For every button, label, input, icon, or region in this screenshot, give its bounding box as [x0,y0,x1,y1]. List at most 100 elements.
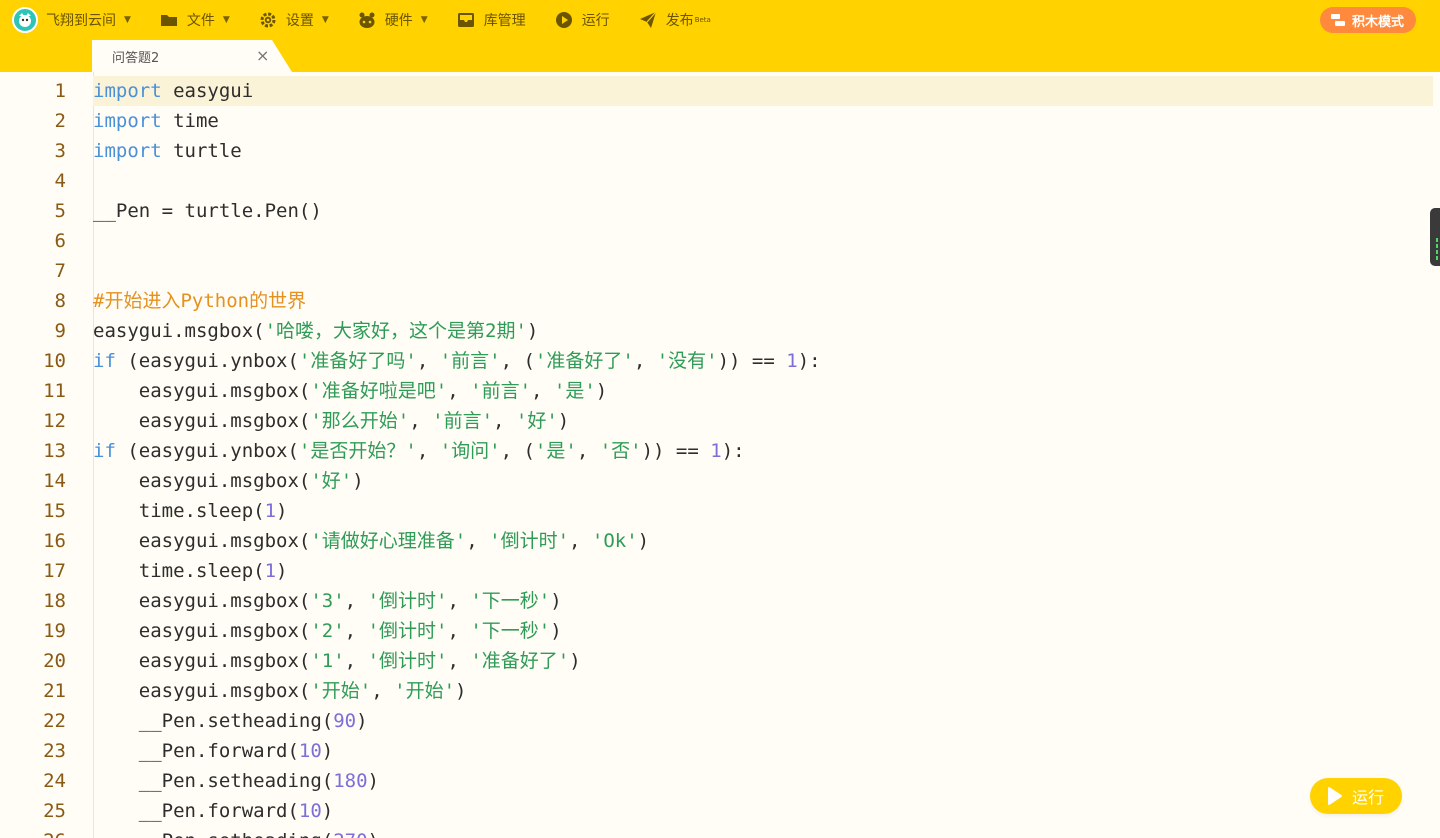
paper-plane-icon [638,10,658,30]
code-line[interactable]: 22 __Pen.setheading(90) [0,706,1440,736]
string-token: '前言' [439,350,501,372]
line-number: 5 [54,200,66,222]
code-text: import time [93,106,219,136]
code-line[interactable]: 17 time.sleep(1) [0,556,1440,586]
code-text: __Pen.setheading(270) [93,826,379,838]
settings-menu[interactable]: 设置 ▼ [244,0,343,40]
line-number: 26 [0,826,66,838]
code-line[interactable]: 26 __Pen.setheading(270) [0,826,1440,838]
keyword-token: import [93,110,162,132]
code-token: )) == [641,440,711,462]
code-line[interactable]: 12 easygui.msgbox('那么开始', '前言', '好') [0,406,1440,436]
line-number: 14 [43,470,66,492]
code-token: , [466,530,490,552]
code-line[interactable]: 20 easygui.msgbox('1', '倒计时', '准备好了') [0,646,1440,676]
string-token: '倒计时' [367,650,448,672]
code-token: ) [356,710,368,732]
code-token: ) [321,740,334,762]
file-menu[interactable]: 文件 ▼ [145,0,244,40]
string-token: '前言' [432,410,494,432]
publish-button[interactable]: 发布 Beta [624,0,725,40]
code-line[interactable]: 24 __Pen.setheading(180) [0,766,1440,796]
code-text: easygui.msgbox('3', '倒计时', '下一秒') [93,586,562,616]
code-token: , [447,380,471,402]
code-line[interactable]: 10 if (easygui.ynbox('准备好了吗', '前言', ('准备好… [0,346,1440,376]
library-manager-button[interactable]: 库管理 [442,0,540,40]
code-line[interactable]: 4 [0,166,1440,196]
block-mode-button[interactable]: 积木模式 [1319,7,1416,33]
string-token: '倒计时' [367,620,448,642]
keyword-token: if [93,350,116,372]
code-line[interactable]: 13 if (easygui.ynbox('是否开始？', '询问', ('是',… [0,436,1440,466]
line-number: 20 [43,650,66,672]
library-manager-label: 库管理 [483,13,526,29]
code-token: ) [352,470,364,492]
string-token: '请做好心理准备' [310,530,467,552]
play-icon [1327,787,1342,805]
code-token: ) [637,530,650,552]
number-token: 180 [333,770,368,792]
code-line[interactable]: 23 __Pen.forward(10) [0,736,1440,766]
line-number: 17 [43,560,66,582]
tab-bar: 问答题2 × [0,40,1440,72]
settings-menu-label: 设置 [285,13,314,29]
line-number: 15 [43,500,66,522]
code-text: easygui.msgbox('哈喽，大家好，这个是第2期') [93,316,538,346]
code-token: , [416,440,440,462]
code-token: ): [797,350,821,372]
user-avatar-icon [12,7,38,33]
toolbar-run-button[interactable]: 运行 [540,0,624,40]
code-token: , [569,530,592,552]
code-token: , [344,620,368,642]
code-text: __Pen = turtle.Pen() [93,196,322,226]
code-line[interactable]: 15 time.sleep(1) [0,496,1440,526]
chevron-down-icon: ▼ [222,15,230,25]
inbox-icon [456,10,476,30]
run-button[interactable]: 运行 [1310,778,1402,814]
side-panel-handle[interactable] [1430,208,1440,266]
code-line[interactable]: 21 easygui.msgbox('开始', '开始') [0,676,1440,706]
line-number: 25 [43,800,66,822]
code-token: ) [368,830,379,838]
code-text: easygui.msgbox('2', '倒计时', '下一秒') [93,616,562,646]
user-menu[interactable]: 飞翔到云间 ▼ [0,0,145,40]
code-line[interactable]: 18 easygui.msgbox('3', '倒计时', '下一秒') [0,586,1440,616]
keyword-token: import [93,80,162,102]
code-line[interactable]: 14 easygui.msgbox('好') [0,466,1440,496]
code-token: __Pen.forward( [93,740,299,762]
code-token: easygui.msgbox( [93,380,311,402]
code-token: __Pen.setheading( [93,710,334,732]
code-token: ) [276,560,288,582]
code-line[interactable]: 1 import easygui [0,76,1440,106]
code-line[interactable]: 5 __Pen = turtle.Pen() [0,196,1440,226]
code-line[interactable]: 7 [0,256,1440,286]
code-line[interactable]: 9 easygui.msgbox('哈喽，大家好，这个是第2期') [0,316,1440,346]
code-line[interactable]: 3 import turtle [0,136,1440,166]
number-token: 10 [298,740,322,762]
code-token: __Pen = turtle.Pen() [93,200,322,222]
close-icon[interactable]: × [256,46,269,65]
code-line[interactable]: 8 #开始进入Python的世界 [0,286,1440,316]
code-text: easygui.msgbox('好') [93,466,364,496]
string-token: '否' [599,440,642,462]
code-token: ) [569,650,581,672]
number-token: 90 [333,710,357,732]
code-token: , ( [500,440,535,462]
code-line[interactable]: 11 easygui.msgbox('准备好啦是吧', '前言', '是') [0,376,1440,406]
file-tab[interactable]: 问答题2 × [92,40,292,72]
code-line[interactable]: 2 import time [0,106,1440,136]
string-token: '准备好啦是吧' [310,380,448,402]
keyword-token: import [93,140,162,162]
code-line[interactable]: 6 [0,226,1440,256]
hardware-menu[interactable]: 硬件 ▼ [343,0,442,40]
string-token: '哈喽，大家好，这个是第2期' [264,320,527,342]
code-line[interactable]: 19 easygui.msgbox('2', '倒计时', '下一秒') [0,616,1440,646]
comment-token: #开始进入Python的世界 [93,290,307,312]
code-line[interactable]: 25 __Pen.forward(10) [0,796,1440,826]
code-editor[interactable]: 1 import easygui 2 import time 3 import turtl… [0,72,1440,838]
code-line[interactable]: 16 easygui.msgbox('请做好心理准备', '倒计时', 'Ok'… [0,526,1440,556]
string-token: '是' [553,380,596,402]
string-token: '前言' [470,380,532,402]
line-number: 12 [43,410,66,432]
code-text: __Pen.setheading(180) [93,766,379,796]
